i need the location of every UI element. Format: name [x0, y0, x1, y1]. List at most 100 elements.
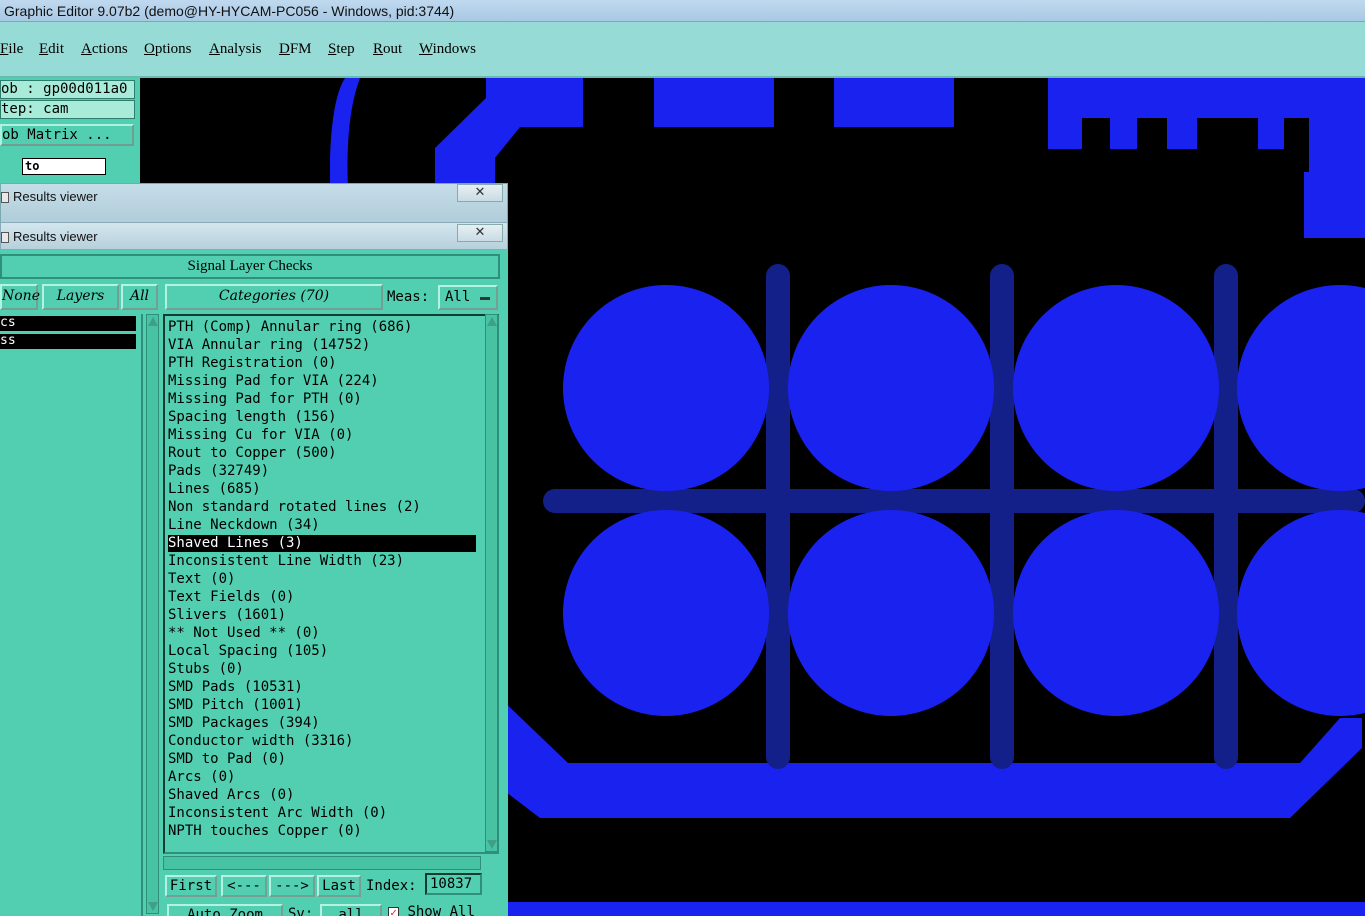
layer-item-cs[interactable]: cs	[0, 316, 136, 331]
first-button[interactable]: First	[165, 875, 217, 897]
trace-vertical	[990, 264, 1014, 769]
list-item[interactable]: Rout to Copper (500)	[168, 445, 476, 462]
index-label: Index:	[366, 878, 417, 894]
list-item[interactable]: VIA Annular ring (14752)	[168, 337, 476, 354]
copper-pad	[1013, 510, 1219, 716]
layers-button[interactable]: Layers	[42, 284, 119, 310]
list-item[interactable]: Missing Pad for PTH (0)	[168, 391, 476, 408]
copper-block	[654, 78, 774, 127]
copper-pad	[788, 285, 994, 491]
categories-hscrollbar[interactable]	[163, 856, 481, 870]
list-item[interactable]: Lines (685)	[168, 481, 476, 498]
meas-value: All	[445, 289, 471, 305]
list-item[interactable]: Inconsistent Line Width (23)	[168, 553, 476, 570]
menu-file[interactable]: File	[0, 41, 23, 58]
copper-pad	[1237, 285, 1365, 491]
auto-zoom-button[interactable]: Auto Zoom	[167, 904, 283, 916]
menu-options[interactable]: Options	[144, 41, 192, 58]
close-icon[interactable]: ✕	[457, 184, 503, 202]
job-matrix-button[interactable]: ob Matrix ...	[0, 124, 134, 146]
index-field[interactable]: 10837	[425, 873, 482, 895]
list-item[interactable]: NPTH touches Copper (0)	[168, 823, 476, 840]
window-icon	[1, 232, 9, 243]
window-title: Graphic Editor 9.07b2 (demo@HY-HYCAM-PC0…	[4, 3, 455, 19]
menu-windows[interactable]: Windows	[419, 41, 476, 58]
window-icon	[1, 192, 9, 203]
signal-layer-checks-header: Signal Layer Checks	[0, 254, 500, 279]
list-item[interactable]: PTH Registration (0)	[168, 355, 476, 372]
trace-vertical	[1214, 264, 1238, 769]
menu-edit[interactable]: Edit	[39, 41, 64, 58]
copper-pad	[1237, 510, 1365, 716]
results-viewer-title-bar: Results viewer ✕	[0, 222, 508, 250]
meas-label: Meas:	[387, 289, 430, 305]
sv-label: Sv:	[288, 906, 314, 916]
copper-pad	[563, 285, 769, 491]
list-item[interactable]: ** Not Used ** (0)	[168, 625, 476, 642]
list-item[interactable]: Non standard rotated lines (2)	[168, 499, 476, 516]
to-field[interactable]: to	[22, 158, 106, 175]
layer-list[interactable]: cs ss	[0, 314, 143, 916]
previous-button[interactable]: <---	[221, 875, 267, 897]
scroll-up-icon[interactable]	[487, 317, 497, 326]
list-item-selected[interactable]: Shaved Lines (3)	[168, 535, 476, 552]
copper-pad	[563, 510, 769, 716]
list-item[interactable]: Inconsistent Arc Width (0)	[168, 805, 476, 822]
list-item[interactable]: Slivers (1601)	[168, 607, 476, 624]
menu-analysis[interactable]: Analysis	[209, 41, 262, 58]
auto-zoom-label: Auto Zoom	[187, 907, 263, 916]
checkbox-checked-icon[interactable]: ✓	[388, 906, 399, 916]
scroll-up-icon[interactable]	[148, 317, 158, 326]
sv-value: all	[338, 907, 364, 916]
list-item[interactable]: Spacing length (156)	[168, 409, 476, 426]
scroll-down-icon[interactable]	[487, 840, 497, 849]
menu-step[interactable]: Step	[328, 41, 355, 58]
list-item[interactable]: Local Spacing (105)	[168, 643, 476, 660]
window-title-bar: Graphic Editor 9.07b2 (demo@HY-HYCAM-PC0…	[0, 0, 1365, 22]
list-item[interactable]: PTH (Comp) Annular ring (686)	[168, 319, 476, 336]
menu-rout[interactable]: Rout	[373, 41, 402, 58]
list-item[interactable]: SMD to Pad (0)	[168, 751, 476, 768]
scroll-down-icon[interactable]	[148, 902, 158, 911]
all-layers-button[interactable]: All	[121, 284, 158, 310]
last-button[interactable]: Last	[317, 875, 361, 897]
list-item[interactable]: Missing Cu for VIA (0)	[168, 427, 476, 444]
list-item[interactable]: SMD Packages (394)	[168, 715, 476, 732]
trace-vertical	[766, 264, 790, 769]
list-item[interactable]: Stubs (0)	[168, 661, 476, 678]
list-item[interactable]: Text (0)	[168, 571, 476, 588]
list-item[interactable]: SMD Pads (10531)	[168, 679, 476, 696]
copper-bottom-strip	[508, 902, 1365, 916]
categories-scrollbar[interactable]	[485, 314, 498, 852]
none-button[interactable]: None	[0, 284, 40, 310]
menu-bar: File Edit Actions Options Analysis DFM S…	[0, 22, 1365, 78]
layer-item-ss[interactable]: ss	[0, 334, 136, 349]
menu-actions[interactable]: Actions	[81, 41, 128, 58]
list-item[interactable]: Line Neckdown (34)	[168, 517, 476, 534]
categories-button[interactable]: Categories (70)	[165, 284, 383, 310]
list-item[interactable]: SMD Pitch (1001)	[168, 697, 476, 714]
copper-block	[834, 78, 954, 127]
results-viewer-window: Results viewer ✕ Signal Layer Checks Non…	[0, 222, 508, 916]
dropdown-icon	[480, 297, 490, 300]
close-icon[interactable]: ✕	[457, 224, 503, 242]
categories-list[interactable]: PTH (Comp) Annular ring (686) VIA Annula…	[163, 314, 499, 854]
menu-dfm[interactable]: DFM	[279, 41, 312, 58]
copper-pad	[1013, 285, 1219, 491]
list-item[interactable]: Missing Pad for VIA (224)	[168, 373, 476, 390]
list-item[interactable]: Pads (32749)	[168, 463, 476, 480]
results-viewer-title: Results viewer	[13, 229, 98, 244]
copper-pad	[788, 510, 994, 716]
sv-select[interactable]: all	[320, 904, 382, 916]
list-item[interactable]: Text Fields (0)	[168, 589, 476, 606]
show-all-checkbox[interactable]: ✓ Show All	[388, 904, 475, 916]
list-item[interactable]: Shaved Arcs (0)	[168, 787, 476, 804]
next-button[interactable]: --->	[269, 875, 315, 897]
show-all-label: Show All	[407, 904, 475, 916]
list-item[interactable]: Arcs (0)	[168, 769, 476, 786]
results-viewer-title: Results viewer	[13, 189, 98, 204]
list-item[interactable]: Conductor width (3316)	[168, 733, 476, 750]
layer-list-scrollbar[interactable]	[146, 314, 159, 914]
copper-block	[486, 78, 583, 127]
meas-select[interactable]: All	[438, 285, 498, 310]
